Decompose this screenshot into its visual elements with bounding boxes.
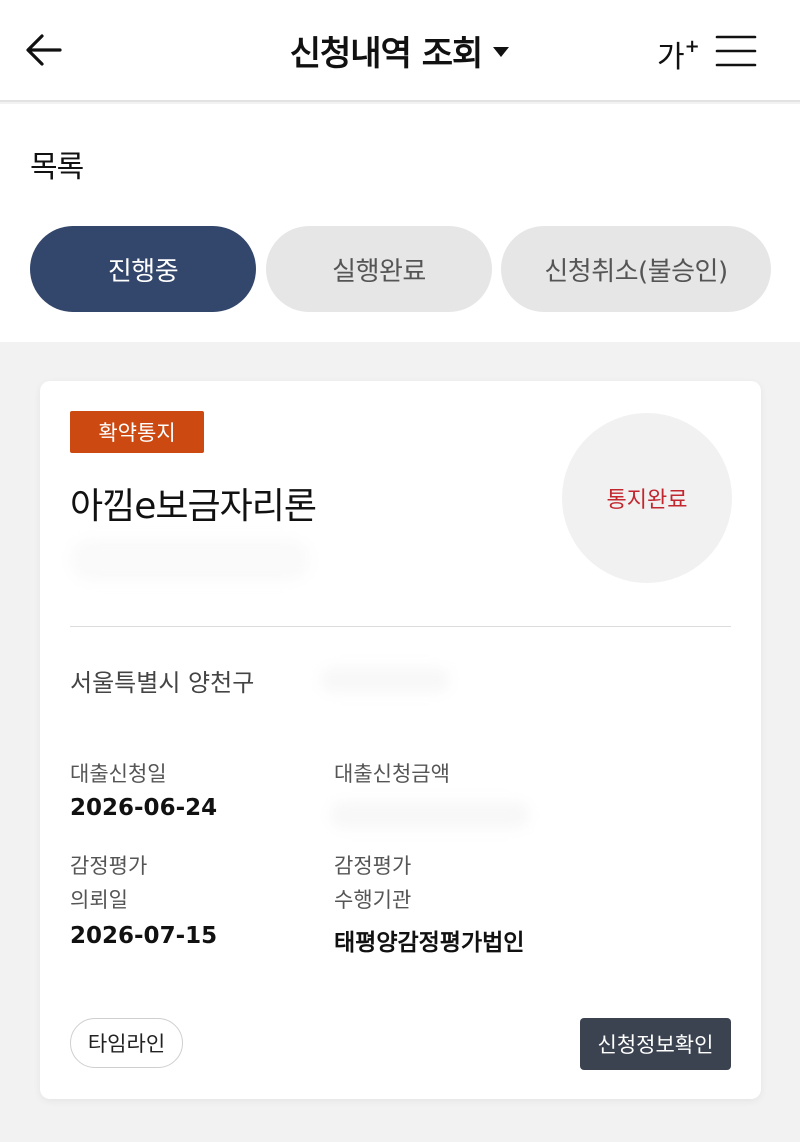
tab-in-progress[interactable]: 진행중 [30, 226, 256, 312]
application-info-button[interactable]: 신청정보확인 [580, 1018, 731, 1070]
list-section: 목록 진행중 실행완료 신청취소(불승인) [0, 104, 800, 342]
address: 서울특별시 양천구 [70, 669, 255, 697]
application-card: 확약통지 아낌e보금자리론 통지완료 서울특별시 양천구 대출신청일 2026-… [40, 381, 761, 1099]
app-header: 신청내역 조회 가+ [0, 0, 800, 102]
appraisal-request-label-2: 의뢰일 [70, 888, 128, 912]
redacted-text [70, 539, 310, 581]
redacted-text [330, 801, 530, 829]
page-title: 신청내역 조회 [289, 34, 484, 74]
appraisal-agency-label-2: 수행기관 [334, 888, 412, 912]
appraisal-agency-label-1: 감정평가 [334, 854, 412, 878]
loan-date-label: 대출신청일 [70, 762, 167, 786]
font-size-plus: + [684, 36, 700, 57]
loan-date-value: 2026-06-24 [70, 795, 218, 821]
product-name: 아낌e보금자리론 [70, 486, 317, 527]
hamburger-menu-icon[interactable] [715, 34, 757, 68]
list-title: 목록 [30, 150, 84, 185]
divider [70, 626, 731, 627]
tab-cancelled[interactable]: 신청취소(불승인) [501, 226, 771, 312]
tab-completed[interactable]: 실행완료 [266, 226, 492, 312]
appraisal-request-label-1: 감정평가 [70, 854, 148, 878]
status-circle: 통지완료 [562, 413, 732, 583]
appraisal-agency-value: 태평양감정평가법인 [334, 930, 525, 956]
caret-down-icon [493, 46, 510, 57]
font-size-label: 가 [657, 40, 685, 75]
timeline-button[interactable]: 타임라인 [70, 1018, 183, 1068]
appraisal-request-date: 2026-07-15 [70, 923, 218, 949]
loan-amount-label: 대출신청금액 [334, 762, 450, 786]
redacted-text [320, 667, 450, 693]
status-badge: 확약통지 [70, 411, 204, 453]
font-size-button[interactable]: 가+ [657, 32, 700, 76]
